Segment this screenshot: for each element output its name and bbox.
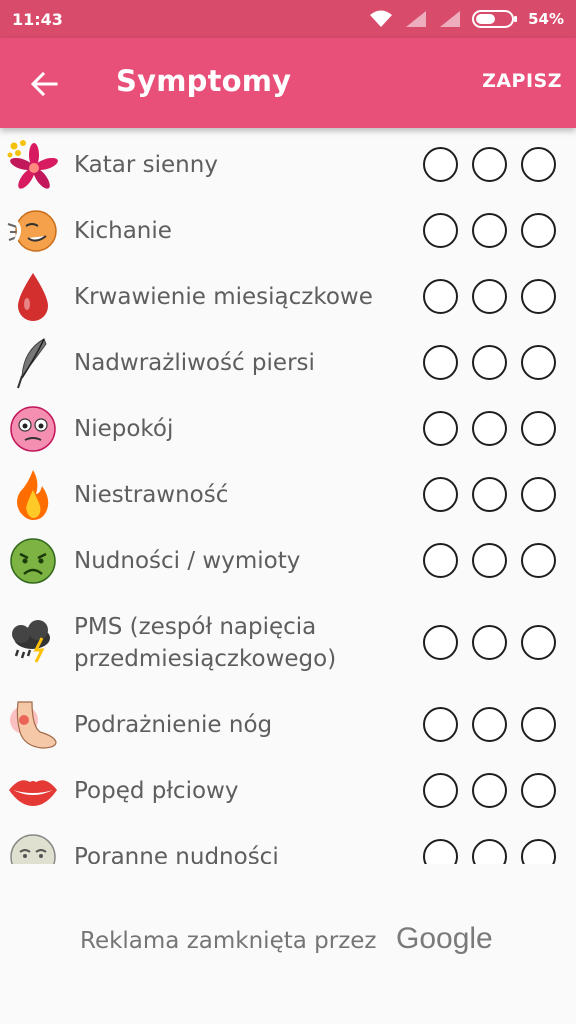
symptom-label: Niepokój <box>74 416 174 442</box>
severity-options <box>423 839 556 864</box>
symptom-row: Niestrawność <box>0 462 576 528</box>
symptom-label: Kichanie <box>74 218 172 244</box>
severity-radio-3[interactable] <box>521 477 556 512</box>
severity-options <box>423 543 556 578</box>
severity-options <box>423 213 556 248</box>
foot-icon <box>6 698 60 752</box>
signal-icon <box>406 11 427 27</box>
severity-radio-1[interactable] <box>423 213 458 248</box>
symptom-row: Krwawienie miesiączkowe <box>0 264 576 330</box>
symptom-row: Niepokój <box>0 396 576 462</box>
symptom-row: Poranne nudności <box>0 824 576 864</box>
app-bar: Symptomy ZAPISZ <box>0 38 576 128</box>
symptom-label: Podrażnienie nóg <box>74 712 273 738</box>
blood-drop-icon <box>6 270 60 324</box>
page-title: Symptomy <box>116 64 292 98</box>
severity-radio-1[interactable] <box>423 477 458 512</box>
severity-radio-3[interactable] <box>521 773 556 808</box>
symptom-row: Kichanie <box>0 198 576 264</box>
severity-radio-2[interactable] <box>472 543 507 578</box>
severity-options <box>423 345 556 380</box>
flame-icon <box>6 468 60 522</box>
severity-radio-2[interactable] <box>472 147 507 182</box>
severity-radio-3[interactable] <box>521 707 556 742</box>
severity-radio-2[interactable] <box>472 345 507 380</box>
severity-radio-1[interactable] <box>423 707 458 742</box>
anxious-face-icon <box>6 402 60 456</box>
symptom-label: PMS (zespół napięcia przedmiesiączkowego… <box>74 614 337 672</box>
google-logo: Google <box>396 922 493 955</box>
symptom-label: Nadwrażliwość piersi <box>74 350 315 376</box>
symptom-label: Krwawienie miesiączkowe <box>74 284 373 310</box>
battery-percent: 54% <box>528 10 564 28</box>
severity-radio-1[interactable] <box>423 839 458 864</box>
severity-options <box>423 411 556 446</box>
symptom-label: Niestrawność <box>74 482 229 508</box>
severity-radio-1[interactable] <box>423 411 458 446</box>
save-button[interactable]: ZAPISZ <box>482 70 562 92</box>
severity-radio-2[interactable] <box>472 707 507 742</box>
battery-icon <box>472 10 518 28</box>
flower-icon <box>6 138 60 192</box>
symptom-label: Nudności / wymioty <box>74 548 301 574</box>
signal-icon-2 <box>440 11 461 27</box>
symptom-row: Nadwrażliwość piersi <box>0 330 576 396</box>
severity-radio-3[interactable] <box>521 543 556 578</box>
severity-radio-2[interactable] <box>472 411 507 446</box>
severity-radio-1[interactable] <box>423 543 458 578</box>
symptom-label: Poranne nudności <box>74 844 279 864</box>
status-time: 11:43 <box>12 9 63 29</box>
severity-radio-1[interactable] <box>423 625 458 660</box>
feather-icon <box>6 336 60 390</box>
lips-icon <box>6 764 60 818</box>
severity-radio-3[interactable] <box>521 839 556 864</box>
nauseous-face-icon <box>6 534 60 588</box>
severity-radio-2[interactable] <box>472 477 507 512</box>
severity-radio-2[interactable] <box>472 213 507 248</box>
severity-radio-3[interactable] <box>521 625 556 660</box>
storm-cloud-icon <box>6 616 60 670</box>
symptom-row: Popęd płciowy <box>0 758 576 824</box>
wifi-icon <box>370 10 393 27</box>
severity-options <box>423 773 556 808</box>
symptom-label: Popęd płciowy <box>74 778 239 804</box>
ad-closed-text: Reklama zamknięta przez <box>80 928 377 954</box>
back-button[interactable] <box>20 60 68 108</box>
severity-radio-1[interactable] <box>423 147 458 182</box>
sneezing-face-icon <box>6 204 60 258</box>
severity-radio-2[interactable] <box>472 839 507 864</box>
severity-radio-2[interactable] <box>472 773 507 808</box>
severity-radio-3[interactable] <box>521 213 556 248</box>
severity-radio-3[interactable] <box>521 411 556 446</box>
severity-options <box>423 707 556 742</box>
status-icons: 54% <box>368 9 564 29</box>
severity-radio-2[interactable] <box>472 625 507 660</box>
severity-radio-3[interactable] <box>521 345 556 380</box>
severity-radio-2[interactable] <box>472 279 507 314</box>
severity-radio-1[interactable] <box>423 345 458 380</box>
symptom-row: PMS (zespół napięcia przedmiesiączkowego… <box>0 594 576 692</box>
arrow-back-icon <box>30 71 58 97</box>
symptom-label: Katar sienny <box>74 152 218 178</box>
sick-face-icon <box>6 830 60 864</box>
severity-radio-1[interactable] <box>423 279 458 314</box>
symptom-list[interactable]: Katar sienny Kichanie Krwawienie miesiąc… <box>0 128 576 864</box>
severity-options <box>423 625 556 660</box>
severity-radio-3[interactable] <box>521 147 556 182</box>
severity-options <box>423 279 556 314</box>
severity-options <box>423 477 556 512</box>
symptom-row: Podrażnienie nóg <box>0 692 576 758</box>
status-bar: 11:43 54% <box>0 0 576 38</box>
severity-options <box>423 147 556 182</box>
symptom-row: Katar sienny <box>0 132 576 198</box>
symptom-row: Nudności / wymioty <box>0 528 576 594</box>
severity-radio-3[interactable] <box>521 279 556 314</box>
severity-radio-1[interactable] <box>423 773 458 808</box>
